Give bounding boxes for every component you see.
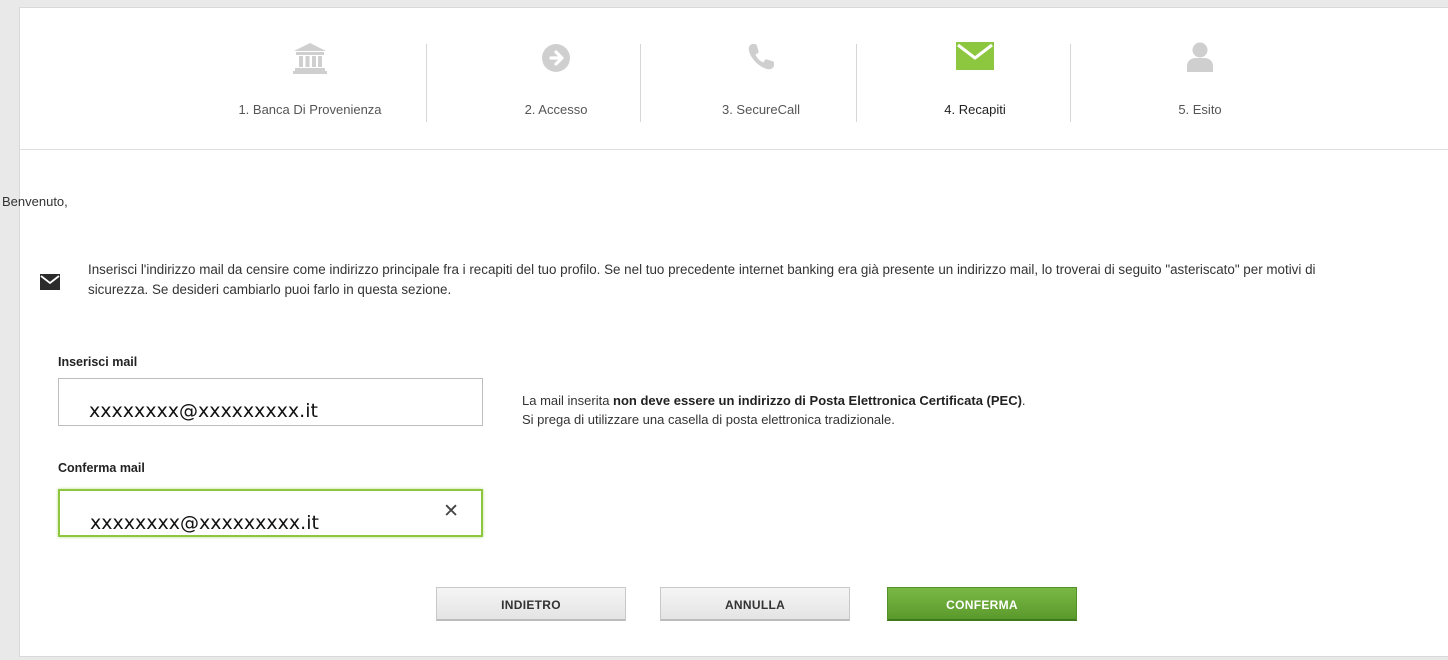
pec-note-line2: Si prega di utilizzare una casella di po… <box>522 412 895 427</box>
bank-icon <box>293 42 327 79</box>
step-accesso: 2. Accesso <box>476 8 636 149</box>
info-text: Inserisci l'indirizzo mail da censire co… <box>88 262 1316 297</box>
pec-note: La mail inserita non deve essere un indi… <box>522 391 1026 429</box>
back-button[interactable]: INDIETRO <box>436 587 626 621</box>
step-label: 3. SecureCall <box>721 102 801 117</box>
step-divider <box>426 44 427 122</box>
phone-icon <box>746 42 776 77</box>
step-label: 4. Recapiti <box>944 102 1006 117</box>
user-icon <box>1187 42 1213 77</box>
confirm-email-field[interactable]: ✕ <box>58 489 483 537</box>
step-esito: 5. Esito <box>1110 8 1290 149</box>
step-securecall: 3. SecureCall <box>676 8 846 149</box>
registration-card: 1. Banca Di Provenienza 2. Accesso 3. Se… <box>2 7 1448 657</box>
welcome-text: Benvenuto, <box>2 194 68 209</box>
step-label: 2. Accesso <box>524 102 588 117</box>
email-input[interactable] <box>89 397 419 425</box>
confirm-email-label: Conferma mail <box>58 461 145 475</box>
step-divider <box>856 44 857 122</box>
pec-note-suffix: . <box>1021 393 1026 408</box>
step-label: 1. Banca Di Provenienza <box>238 102 382 117</box>
pec-note-prefix: La mail inserita <box>522 393 614 408</box>
arrow-circle-icon <box>540 42 572 79</box>
pec-note-bold: non deve essere un indirizzo di Posta El… <box>613 393 1022 408</box>
email-label: Inserisci mail <box>58 355 138 369</box>
email-field[interactable] <box>58 378 483 426</box>
step-divider <box>640 44 641 122</box>
confirm-button[interactable]: CONFERMA <box>887 587 1077 621</box>
confirm-email-input[interactable] <box>90 509 420 537</box>
step-label: 5. Esito <box>1178 102 1222 117</box>
close-icon[interactable]: ✕ <box>443 500 459 523</box>
pec-note-line1: La mail inserita non deve essere un indi… <box>522 391 1026 410</box>
envelope-icon <box>40 274 60 295</box>
step-divider <box>1070 44 1071 122</box>
step-recapiti: 4. Recapiti <box>890 8 1060 149</box>
cancel-button[interactable]: ANNULLA <box>660 587 850 621</box>
progress-stepper: 1. Banca Di Provenienza 2. Accesso 3. Se… <box>20 8 1448 150</box>
step-banca-di-provenienza: 1. Banca Di Provenienza <box>180 8 440 149</box>
envelope-icon <box>956 42 994 75</box>
